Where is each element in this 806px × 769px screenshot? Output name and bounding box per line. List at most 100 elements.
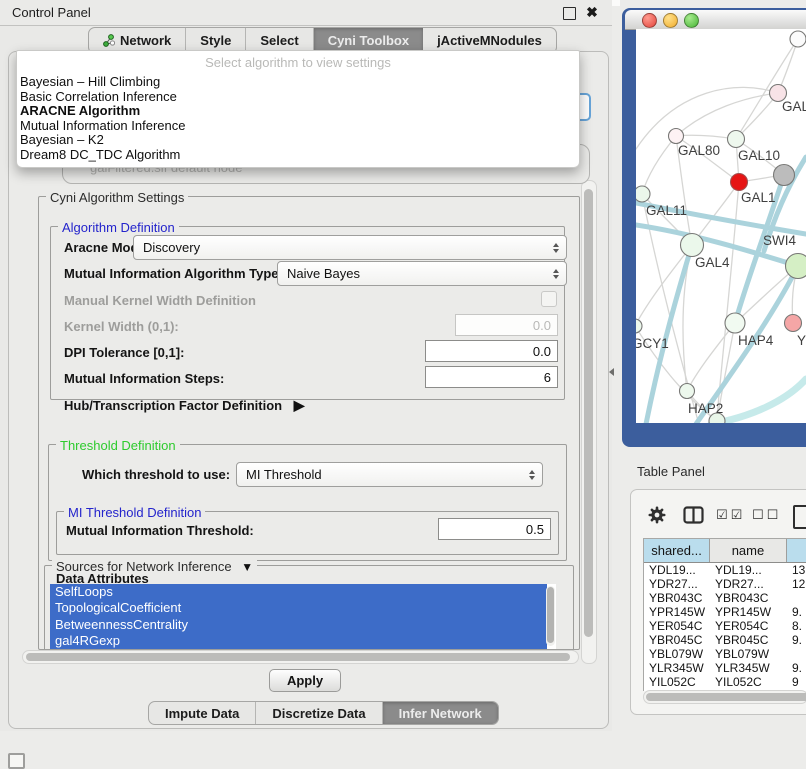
table-cell: YDR27...	[644, 577, 710, 591]
dpi-tolerance-field[interactable]: 0.0	[425, 340, 558, 362]
network-node-hap4[interactable]	[725, 313, 745, 333]
table-row[interactable]: YER054CYER054C8.	[644, 619, 806, 633]
network-node-gal10[interactable]	[728, 131, 745, 148]
zoom-traffic-light-icon[interactable]	[684, 13, 699, 28]
algorithm-option-mutual-information-inference[interactable]: Mutual Information Inference	[19, 118, 576, 133]
network-node-gal80[interactable]	[669, 129, 684, 144]
network-node[interactable]	[790, 31, 806, 47]
table-cell: YPR145W	[710, 605, 787, 619]
network-node[interactable]	[774, 165, 795, 186]
attribute-item-selfloops[interactable]: SelfLoops	[50, 584, 547, 600]
table-cell: YPR145W	[644, 605, 710, 619]
table-cell: 8.	[787, 619, 806, 633]
close-icon[interactable]: ✖	[584, 2, 600, 22]
column-header-name[interactable]: name	[710, 539, 787, 562]
table-cell	[787, 647, 806, 661]
network-node-gal11[interactable]	[636, 186, 650, 202]
table-cell	[787, 591, 806, 605]
new-table-icon[interactable]	[793, 505, 806, 529]
mit-field[interactable]: 0.5	[438, 518, 551, 540]
node-label-gal: GAL	[782, 99, 806, 114]
table-cell: YBL079W	[644, 647, 710, 661]
algorithm-option-basic-correlation-inference[interactable]: Basic Correlation Inference	[19, 89, 576, 104]
attribute-item-topologicalcoefficient[interactable]: TopologicalCoefficient	[50, 600, 547, 616]
network-node-gcy1[interactable]	[636, 319, 642, 333]
which-threshold-combo[interactable]: MI Threshold	[236, 462, 543, 487]
columns-icon[interactable]	[683, 506, 704, 529]
table-cell: YLR345W	[644, 661, 710, 675]
algorithm-option-bayesian-hill-climbing[interactable]: Bayesian – Hill Climbing	[19, 74, 576, 89]
network-icon	[103, 34, 115, 47]
tab-label: Select	[260, 33, 298, 48]
network-node-gal1[interactable]	[731, 174, 748, 191]
mi-type-label: Mutual Information Algorithm Type:	[64, 266, 283, 281]
bottom-tab-infer-network[interactable]: Infer Network	[383, 702, 498, 724]
network-canvas[interactable]: GALGAL80GAL10GAL1GAL11GAL4SWI4HAP4YGCY1H…	[636, 29, 806, 423]
network-edge	[736, 39, 798, 139]
bottom-tab-discretize-data[interactable]: Discretize Data	[256, 702, 382, 724]
network-window-titlebar[interactable]	[625, 10, 806, 30]
table-row[interactable]: YDR27...YDR27...12	[644, 577, 806, 591]
float-window-icon[interactable]	[563, 7, 576, 20]
minimized-panel-icon[interactable]	[8, 753, 25, 769]
attribute-item-betweennesscentrality[interactable]: BetweennessCentrality	[50, 617, 547, 633]
table-row[interactable]: YIL052CYIL052C9	[644, 675, 806, 689]
panel-splitter-handle[interactable]	[609, 368, 614, 376]
gear-icon[interactable]	[648, 506, 666, 529]
algorithm-dropdown-popup: Select algorithm to view settings Bayesi…	[16, 50, 580, 168]
table-cell: YDR27...	[710, 577, 787, 591]
which-threshold-label: Which threshold to use:	[82, 467, 230, 482]
apply-button[interactable]: Apply	[269, 669, 341, 692]
algorithm-definition-title: Algorithm Definition	[58, 220, 179, 235]
table-cell: 9.	[787, 661, 806, 675]
node-label-gal4: GAL4	[695, 255, 730, 270]
algorithm-option-dream8-dc-tdc-algorithm[interactable]: Dream8 DC_TDC Algorithm	[19, 147, 576, 162]
mi-type-combo[interactable]: Naive Bayes	[277, 261, 567, 286]
table-row[interactable]: YBR043CYBR043C	[644, 591, 806, 605]
network-node-hap2[interactable]	[680, 384, 695, 399]
bottom-tab-impute-data[interactable]: Impute Data	[149, 702, 256, 724]
node-label-hap2: HAP2	[688, 401, 723, 416]
attribute-item-gal4rgexp[interactable]: gal4RGexp	[50, 633, 547, 649]
close-traffic-light-icon[interactable]	[642, 13, 657, 28]
table-cell: YBR043C	[710, 591, 787, 605]
node-label-gcy1: GCY1	[636, 336, 669, 351]
network-node-swi4[interactable]	[786, 254, 806, 279]
threshold-definition-title: Threshold Definition	[56, 438, 180, 453]
deselect-all-checkboxes-icon[interactable]: ☐☐	[752, 508, 781, 523]
table-header-row: shared...nameA	[644, 539, 806, 563]
hub-definition-label: Hub/Transcription Factor Definition	[64, 398, 282, 413]
column-header-shared[interactable]: shared...	[644, 539, 710, 562]
column-header-a[interactable]: A	[787, 539, 806, 562]
table-cell: YDL19...	[644, 563, 710, 577]
kernel-width-field[interactable]: 0.0	[455, 314, 558, 336]
select-all-checkboxes-icon[interactable]: ☑☑	[716, 508, 745, 523]
minimize-traffic-light-icon[interactable]	[663, 13, 678, 28]
table-horizontal-scrollbar[interactable]	[643, 690, 806, 704]
table-cell: YIL052C	[710, 675, 787, 689]
tab-label: Network	[120, 33, 171, 48]
mi-steps-field[interactable]: 6	[425, 366, 558, 388]
algorithm-option-aracne-algorithm[interactable]: ARACNE Algorithm	[19, 103, 576, 118]
table-panel-title: Table Panel	[637, 464, 705, 479]
settings-vertical-scrollbar[interactable]	[581, 180, 597, 664]
table-row[interactable]: YDL19...YDL19...13	[644, 563, 806, 577]
algorithm-option-bayesian-k2[interactable]: Bayesian – K2	[19, 132, 576, 147]
aracne-mode-combo[interactable]: Discovery	[133, 235, 567, 260]
table-row[interactable]: YBR045CYBR045C9.	[644, 633, 806, 647]
table-row[interactable]: YPR145WYPR145W9.	[644, 605, 806, 619]
table-row[interactable]: YBL079WYBL079W	[644, 647, 806, 661]
attributes-list-scrollbar[interactable]	[546, 586, 555, 646]
hub-definition-expander[interactable]: Hub/Transcription Factor Definition ▶	[64, 397, 305, 414]
settings-horizontal-scrollbar[interactable]	[22, 650, 579, 664]
network-node-y[interactable]	[785, 315, 802, 332]
node-label-gal1: GAL1	[741, 190, 776, 205]
network-node-gal4[interactable]	[681, 234, 704, 257]
data-attributes-list: SelfLoopsTopologicalCoefficientBetweenne…	[50, 584, 556, 649]
control-panel-titlebar: Control Panel	[0, 0, 612, 26]
table-cell: 9	[787, 675, 806, 689]
manual-kernel-checkbox[interactable]	[541, 291, 557, 307]
table-row[interactable]: YLR345WYLR345W9.	[644, 661, 806, 675]
table-cell: YBR045C	[644, 633, 710, 647]
kernel-width-value: 0.0	[533, 318, 551, 333]
